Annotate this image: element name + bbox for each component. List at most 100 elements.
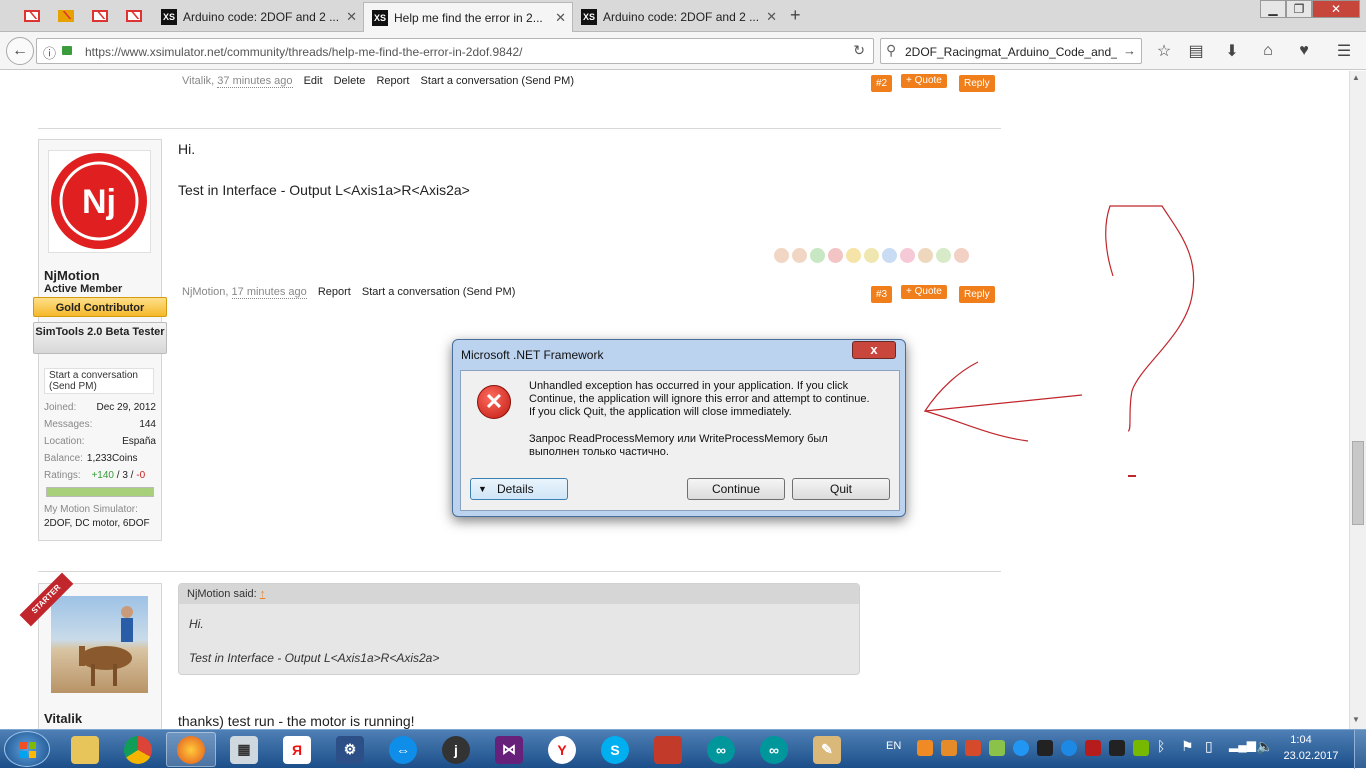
search-bar[interactable]: ⚲ 2DOF_Racingmat_Arduino_Code_and_Pre → [880, 38, 1142, 64]
post-number[interactable]: #3 [871, 286, 893, 303]
close-tab-icon[interactable]: ✕ [346, 9, 357, 25]
quote-link[interactable]: ↑ [260, 588, 266, 600]
gmail-pinned-tab[interactable] [16, 4, 48, 28]
dislike-rating-icon[interactable] [792, 248, 807, 263]
new-tab-button[interactable]: + [790, 5, 801, 26]
reply-button[interactable]: Reply [959, 75, 995, 92]
delete-link[interactable]: Delete [334, 75, 366, 87]
details-button[interactable]: ▼ Details [470, 478, 568, 500]
stat-balance: Balance: 1,233Coins [44, 453, 138, 464]
tray-app-icon[interactable] [989, 740, 1005, 756]
taskbar-chrome[interactable] [113, 732, 163, 767]
tray-app-icon[interactable] [1037, 740, 1053, 756]
author-link[interactable]: NjMotion [182, 286, 225, 298]
maximize-button[interactable]: ❐ [1286, 0, 1312, 18]
tab-1[interactable]: XS Arduino code: 2DOF and 2 ... ✕ [153, 2, 363, 32]
username[interactable]: Vitalik [44, 711, 82, 726]
like-rating-icon[interactable] [774, 248, 789, 263]
star-icon[interactable]: ☆ [1154, 41, 1174, 61]
taskbar-visual-studio[interactable]: ⋈ [484, 732, 534, 767]
disagree-rating-icon[interactable] [828, 248, 843, 263]
clock-date[interactable]: 23.02.2017 [1276, 750, 1346, 762]
scroll-up-icon[interactable]: ▲ [1352, 73, 1360, 82]
informative-rating-icon[interactable] [882, 248, 897, 263]
home-icon[interactable]: ⌂ [1258, 41, 1278, 61]
signal-icon[interactable]: ▂▄▆ [1229, 738, 1256, 752]
gmail-pinned-tab-3[interactable] [118, 4, 150, 28]
close-tab-icon[interactable]: ✕ [555, 10, 566, 26]
nvidia-icon[interactable] [1133, 740, 1149, 756]
taskbar-explorer[interactable] [60, 732, 110, 767]
funny-rating-icon[interactable] [846, 248, 861, 263]
clock-time[interactable]: 1:04 [1276, 734, 1326, 746]
scroll-down-icon[interactable]: ▼ [1352, 715, 1360, 724]
back-button[interactable]: ← [6, 37, 34, 65]
volume-icon[interactable]: 🔈 [1256, 738, 1273, 755]
close-tab-icon[interactable]: ✕ [766, 9, 777, 25]
flag-icon[interactable]: ⚑ [1181, 738, 1194, 755]
start-conversation-link[interactable]: Start a conversation (Send PM) [44, 368, 154, 394]
menu-icon[interactable]: ☰ [1334, 41, 1354, 61]
info-icon[interactable]: ⓘ [43, 43, 56, 62]
continue-button[interactable]: Continue [687, 478, 785, 500]
agree-rating-icon[interactable] [810, 248, 825, 263]
search-go-icon[interactable]: → [1123, 43, 1136, 58]
author-link[interactable]: Vitalik [182, 75, 211, 87]
taskbar-paint[interactable]: ✎ [802, 732, 852, 767]
download-icon[interactable]: ⬇ [1222, 41, 1242, 61]
tray-app-icon[interactable] [965, 740, 981, 756]
conversation-link[interactable]: Start a conversation (Send PM) [421, 75, 574, 87]
tray-app-icon[interactable] [1085, 740, 1101, 756]
taskbar-robot[interactable]: ⚙ [325, 732, 375, 767]
language-indicator[interactable]: EN [886, 740, 901, 752]
avatar[interactable]: Nj [48, 150, 151, 253]
tab-3[interactable]: XS Arduino code: 2DOF and 2 ... ✕ [573, 2, 783, 32]
taskbar-yandex-browser[interactable]: Я [272, 732, 322, 767]
taskbar-yandex[interactable]: Y [537, 732, 587, 767]
post-time[interactable]: 17 minutes ago [231, 286, 307, 299]
taskbar-arduino[interactable]: ∞ [696, 732, 746, 767]
error-icon: ✕ [477, 385, 511, 419]
taskbar-firefox[interactable] [166, 732, 216, 767]
quote-button[interactable]: + Quote [901, 74, 947, 88]
url-bar[interactable]: ⓘ https://www.xsimulator.net/community/t… [36, 38, 874, 64]
tray-app-icon[interactable] [1109, 740, 1125, 756]
quote-line: Test in Interface - Output L<Axis1a>R<Ax… [189, 651, 440, 665]
gmail-pinned-tab-2[interactable] [84, 4, 116, 28]
dialog-close-button[interactable]: x [852, 341, 896, 359]
tray-app-icon[interactable] [941, 740, 957, 756]
taskbar-toolbox[interactable] [643, 732, 693, 767]
show-desktop-button[interactable] [1354, 730, 1366, 769]
report-link[interactable]: Report [376, 75, 409, 87]
taskbar-skype[interactable]: S [590, 732, 640, 767]
taskbar-calculator[interactable]: ▦ [219, 732, 269, 767]
bluetooth-icon[interactable]: ᛒ [1157, 738, 1165, 754]
taskbar-teamviewer[interactable]: ⇔ [378, 732, 428, 767]
reading-list-icon[interactable]: ▤ [1186, 41, 1206, 61]
pocket-icon[interactable]: ♥ [1294, 41, 1314, 61]
report-link[interactable]: Report [318, 286, 351, 298]
minimize-button[interactable]: ▁ [1260, 0, 1286, 18]
tray-app-icon[interactable] [1013, 740, 1029, 756]
reload-icon[interactable]: ↻ [853, 42, 865, 59]
conversation-link[interactable]: Start a conversation (Send PM) [362, 286, 515, 298]
taskbar-j-app[interactable]: j [431, 732, 481, 767]
edit-link[interactable]: Edit [304, 75, 323, 87]
taskbar-arduino-2[interactable]: ∞ [749, 732, 799, 767]
winner-rating-icon[interactable] [864, 248, 879, 263]
pinned-tab-mail[interactable] [50, 4, 82, 28]
username[interactable]: NjMotion [44, 268, 100, 283]
post-time[interactable]: 37 minutes ago [217, 75, 293, 88]
power-icon[interactable]: ▯ [1205, 738, 1213, 755]
avatar[interactable] [51, 596, 148, 693]
scrollbar[interactable]: ▲ ▼ [1349, 71, 1366, 729]
close-window-button[interactable]: ✕ [1312, 0, 1360, 18]
toolbox-icon [654, 735, 682, 764]
tray-app-icon[interactable] [1061, 740, 1077, 756]
post-number[interactable]: #2 [871, 75, 893, 92]
tab-2[interactable]: XS Help me find the error in 2... ✕ [363, 2, 573, 32]
quit-button[interactable]: Quit [792, 478, 890, 500]
scroll-thumb[interactable] [1352, 441, 1364, 525]
start-button[interactable] [4, 731, 50, 767]
tray-app-icon[interactable] [917, 740, 933, 756]
